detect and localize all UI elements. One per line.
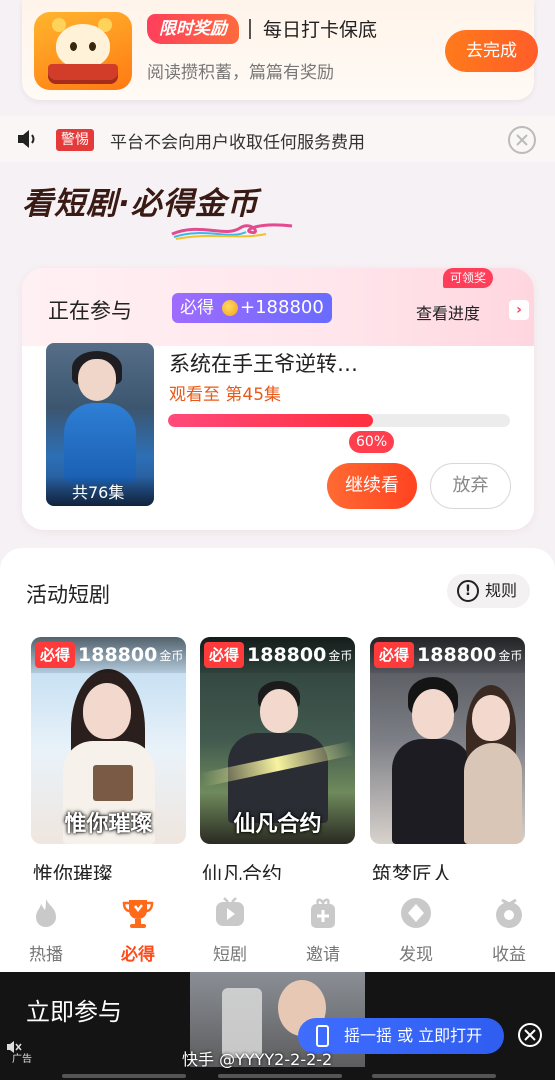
bonus-chip: 必得 +188800	[172, 293, 332, 323]
banner-title: 每日打卡保底	[263, 19, 378, 41]
page-title: 看短剧·必得金币	[22, 186, 259, 222]
must-label: 必得	[374, 642, 415, 668]
bonus-amount: +188800	[240, 297, 324, 318]
home-indicator	[372, 1074, 496, 1078]
coin-unit: 金币	[159, 648, 184, 663]
nav-item-must-win[interactable]: 必得	[92, 896, 184, 968]
trophy-icon	[122, 900, 154, 928]
drama-card[interactable]: 必得 188800 金币 筑梦匠人	[370, 637, 525, 880]
drama-thumbnail[interactable]: 必得 188800 金币	[370, 637, 525, 844]
chevron-right-icon[interactable]: ›	[509, 300, 529, 320]
section-title: 活动短剧	[26, 583, 110, 607]
home-indicator	[218, 1074, 342, 1078]
drama-thumbnail[interactable]: 必得 188800 金币 惟你璀璨	[31, 637, 186, 844]
view-progress-link[interactable]: 查看进度	[416, 300, 480, 324]
banner-subtitle: 阅读攒积蓄，篇篇有奖励	[147, 63, 334, 83]
coin-reward-tag: 必得 188800 金币	[200, 637, 355, 673]
compass-icon	[401, 898, 431, 928]
nav-item-hot[interactable]: 热播	[0, 896, 92, 968]
drama-name[interactable]: 惟你璀璨	[31, 858, 186, 880]
limited-reward-badge: 限时奖励	[147, 14, 239, 44]
rules-label: 规则	[485, 581, 518, 600]
drama-name[interactable]: 仙凡合约	[200, 858, 355, 880]
home-indicator	[62, 1074, 186, 1078]
notice-text: 平台不会向用户收取任何服务费用	[110, 133, 365, 153]
join-now-text[interactable]: 立即参与	[26, 992, 122, 1027]
play-icon	[216, 897, 244, 926]
drama-thumbnail[interactable]: 必得 188800 金币 仙凡合约	[200, 637, 355, 844]
episode-count: 共76集	[46, 476, 154, 506]
gift-add-icon	[311, 898, 335, 928]
coin-unit: 金币	[498, 648, 523, 663]
warning-notice-bar: 警惕 平台不会向用户收取任何服务费用	[0, 116, 555, 162]
continue-watching-button[interactable]: 继续看	[327, 463, 417, 509]
cow-mascot-icon	[34, 12, 132, 90]
wallet-icon	[496, 898, 522, 928]
drama-card[interactable]: 必得 188800 金币 惟你璀璨 惟你璀璨	[31, 637, 186, 880]
nav-label: 热播	[29, 945, 63, 965]
shake-label: 摇一摇 或 立即打开	[344, 1026, 483, 1045]
daily-reward-banner[interactable]: 限时奖励 每日打卡保底 阅读攒积蓄，篇篇有奖励 去完成	[22, 0, 538, 100]
participating-card: 正在参与 必得 +188800 查看进度 › 共76集 系统在手王爷逆转… 观看…	[22, 268, 534, 530]
info-icon: !	[457, 580, 479, 602]
nav-item-earnings[interactable]: 收益	[463, 896, 555, 968]
progress-percent-badge: 60%	[349, 431, 395, 453]
nav-item-discover[interactable]: 发现	[370, 896, 462, 968]
close-icon[interactable]	[508, 126, 536, 154]
bottom-navigation: 热播 必得 短剧 邀请 发现 收益	[0, 888, 555, 972]
ad-label: 广告	[12, 1054, 32, 1065]
drama-name[interactable]: 筑梦匠人	[370, 858, 525, 880]
activity-dramas-section: 活动短剧 ! 规则 必得 188800 金币 惟你璀璨 惟你璀璨 必得 1888…	[0, 548, 555, 888]
drama-title[interactable]: 系统在手王爷逆转…	[169, 348, 358, 378]
banner-divider	[249, 19, 251, 39]
coin-amount: 188800	[417, 644, 497, 666]
nav-label: 收益	[492, 945, 526, 965]
decorative-swirl-icon	[171, 223, 293, 240]
drama-poster[interactable]: 共76集	[46, 343, 154, 506]
nav-label: 必得	[121, 945, 155, 965]
nav-item-invite[interactable]: 邀请	[277, 896, 369, 968]
must-label: 必得	[204, 642, 245, 668]
speaker-icon	[18, 130, 35, 148]
progress-fill	[168, 414, 374, 427]
coin-icon	[222, 300, 238, 316]
coin-reward-tag: 必得 188800 金币	[31, 637, 186, 673]
nav-label: 短剧	[213, 945, 247, 965]
watched-progress-text: 观看至 第45集	[169, 385, 282, 405]
claimable-tag: 可领奖	[443, 268, 494, 288]
nav-item-short-drama[interactable]: 短剧	[184, 896, 276, 968]
give-up-button[interactable]: 放弃	[430, 463, 511, 509]
watermark: 快手 @YYYY2-2-2-2	[182, 1050, 333, 1069]
poster-caption: 惟你璀璨	[64, 812, 153, 837]
coin-amount: 188800	[78, 644, 158, 666]
ad-strip[interactable]: 立即参与 摇一摇 或 立即打开 广告 快手 @YYYY2-2-2-2	[0, 972, 555, 1080]
flame-icon	[36, 899, 56, 927]
drama-card[interactable]: 必得 188800 金币 仙凡合约 仙凡合约	[200, 637, 355, 880]
rules-button[interactable]: ! 规则	[447, 574, 530, 608]
warning-tag: 警惕	[56, 129, 94, 151]
watch-progress-bar	[168, 414, 510, 427]
go-complete-button[interactable]: 去完成	[445, 30, 538, 72]
bonus-prefix: 必得	[180, 298, 214, 318]
close-icon[interactable]	[518, 1023, 542, 1047]
nav-label: 邀请	[306, 945, 340, 965]
coin-unit: 金币	[328, 648, 353, 663]
nav-label: 发现	[399, 945, 433, 965]
poster-caption: 仙凡合约	[233, 812, 322, 837]
phone-shake-icon	[316, 1025, 329, 1047]
must-label: 必得	[35, 642, 76, 668]
participating-label: 正在参与	[48, 299, 132, 323]
coin-amount: 188800	[247, 644, 327, 666]
coin-reward-tag: 必得 188800 金币	[370, 637, 525, 673]
